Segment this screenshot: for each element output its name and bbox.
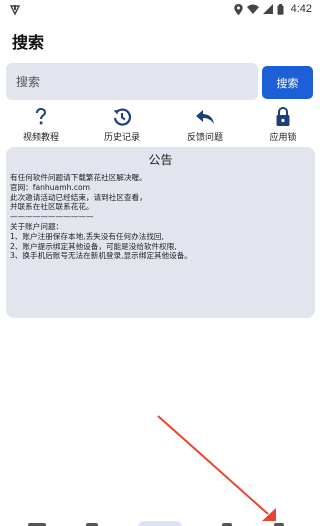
- search-row: 搜索 搜索: [6, 63, 315, 100]
- shortcut-label: 视频教程: [22, 133, 59, 143]
- search-button[interactable]: 搜索: [262, 66, 313, 99]
- search-input[interactable]: 搜索: [6, 63, 258, 100]
- video-tutorial-button[interactable]: 视频教程: [9, 107, 73, 143]
- app-lock-button[interactable]: 应用锁: [251, 107, 315, 143]
- signal-icon: [262, 4, 273, 14]
- shortcut-label: 反馈问题: [186, 133, 223, 143]
- app-notification-icon: [8, 2, 22, 16]
- shortcut-label: 历史记录: [103, 133, 140, 143]
- status-time: 4:42: [290, 3, 312, 15]
- battery-icon: [277, 3, 284, 15]
- status-bar: 4:42: [0, 0, 320, 18]
- question-icon: [34, 107, 48, 127]
- announcement-title: 公告: [148, 153, 173, 167]
- history-button[interactable]: 历史记录: [90, 107, 154, 143]
- lock-icon: [276, 107, 290, 127]
- nav-item-search-active[interactable]: [138, 521, 182, 526]
- feedback-button[interactable]: 反馈问题: [173, 107, 237, 143]
- shortcut-label: 应用锁: [269, 133, 297, 143]
- wifi-icon: [246, 4, 259, 14]
- reply-icon: [195, 107, 215, 127]
- location-icon: [233, 3, 243, 15]
- page-title: 搜索: [12, 33, 45, 52]
- shortcut-row: 视频教程 历史记录 反馈问题 应用锁: [0, 107, 320, 143]
- announcement-body: 有任何软件问题请下载繁花社区解决喔。 官网：fanhuamh.com 此次邀请活…: [10, 173, 192, 261]
- history-icon: [112, 107, 132, 127]
- announcement-card: 公告 有任何软件问题请下载繁花社区解决喔。 官网：fanhuamh.com 此次…: [6, 147, 315, 318]
- bottom-navigation: [0, 514, 320, 526]
